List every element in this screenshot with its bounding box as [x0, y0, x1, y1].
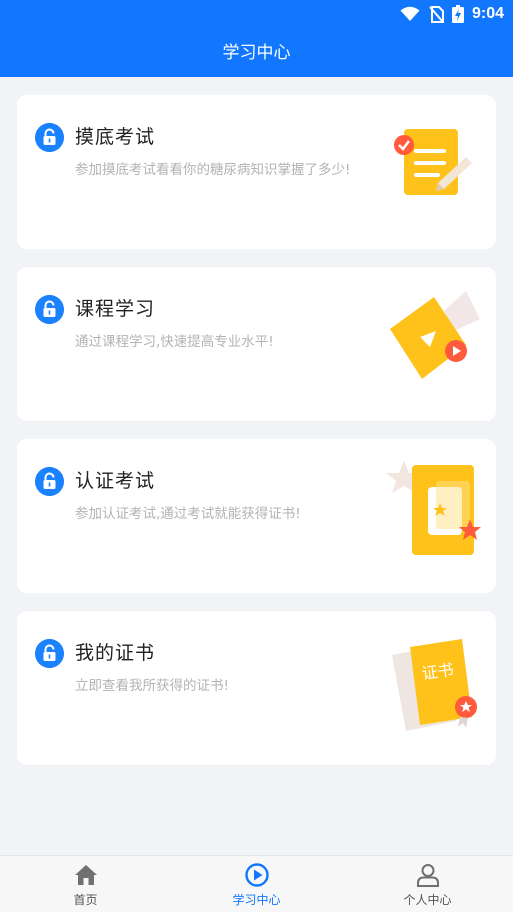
tab-learning-center[interactable]: 学习中心	[171, 856, 342, 912]
lock-icon	[35, 295, 64, 324]
card-description: 参加认证考试,通过考试就能获得证书!	[75, 506, 301, 522]
tab-label: 首页	[73, 893, 98, 907]
lock-icon	[35, 639, 64, 668]
bottom-tab-bar: 首页 学习中心 个人中心	[0, 855, 513, 912]
card-placement-exam[interactable]: 摸底考试 参加摸底考试看看你的糖尿病知识掌握了多少!	[17, 95, 496, 249]
tab-label: 学习中心	[232, 893, 281, 907]
lock-icon	[35, 123, 64, 152]
exam-paper-illustration	[394, 129, 472, 195]
status-bar: 9:04	[400, 0, 513, 28]
card-title: 课程学习	[75, 298, 156, 320]
battery-charging-icon	[451, 5, 464, 23]
app-header: 9:04 学习中心	[0, 0, 513, 77]
tab-personal-center[interactable]: 个人中心	[342, 856, 513, 912]
no-sim-icon	[429, 5, 444, 23]
tab-label: 个人中心	[403, 893, 452, 907]
card-certification-exam[interactable]: 认证考试 参加认证考试,通过考试就能获得证书!	[17, 439, 496, 593]
certification-card-illustration	[386, 461, 481, 555]
certificate-illustration: 证书	[392, 639, 477, 731]
home-icon	[74, 865, 97, 885]
wifi-icon	[400, 6, 420, 21]
card-description: 参加摸底考试看看你的糖尿病知识掌握了多少!	[75, 162, 351, 178]
card-description: 通过课程学习,快速提高专业水平!	[75, 334, 274, 350]
page-title: 学习中心	[222, 43, 291, 63]
card-title: 认证考试	[75, 470, 156, 492]
play-circle-icon	[244, 863, 269, 887]
card-course-study[interactable]: 课程学习 通过课程学习,快速提高专业水平!	[17, 267, 496, 421]
card-description: 立即查看我所获得的证书!	[75, 678, 229, 694]
card-title: 我的证书	[75, 642, 156, 664]
card-title: 摸底考试	[75, 126, 156, 148]
status-time: 9:04	[471, 5, 504, 22]
user-icon	[416, 864, 439, 887]
lock-icon	[35, 467, 64, 496]
card-my-certificates[interactable]: 我的证书 立即查看我所获得的证书! 证书	[17, 611, 496, 765]
tab-home[interactable]: 首页	[0, 856, 171, 912]
video-course-illustration	[390, 291, 480, 379]
